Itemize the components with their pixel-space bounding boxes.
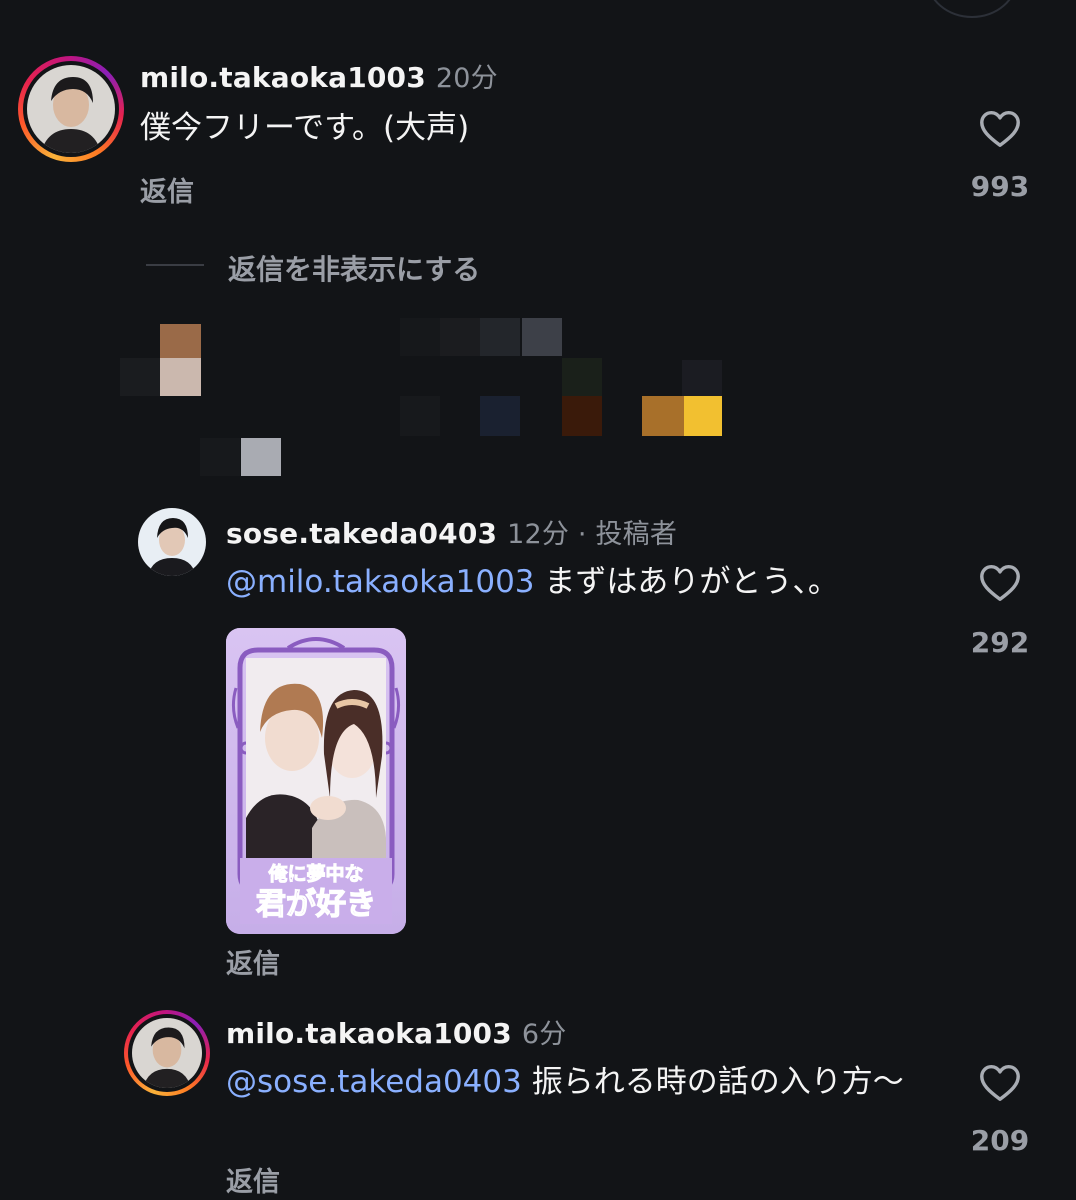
sticker-text-line1: 俺に夢中な [267,862,363,885]
like-button[interactable] [977,1060,1023,1110]
reply-time: 6分 [521,1019,567,1050]
sticker-text-line2: 君が好き [256,887,376,922]
reply-button[interactable]: 返信 [140,170,194,209]
reply-button[interactable]: 返信 [226,1160,280,1199]
attached-image[interactable]: 俺に夢中な 君が好き [226,628,406,934]
heart-icon [980,110,1020,148]
mention-link[interactable]: @sose.takeda0403 [226,1064,522,1100]
avatar[interactable] [18,56,124,162]
comment-username[interactable]: milo.takaoka1003 20分 [140,56,498,95]
reply-text: @milo.takaoka1003 まずはありがとう、。 [226,564,839,600]
top-circle-button[interactable] [926,0,1018,18]
heart-icon [980,1064,1020,1102]
like-count: 993 [970,170,1030,203]
reply-text: @sose.takeda0403 振られる時の話の入り方〜 [226,1064,904,1100]
avatar[interactable] [124,1010,210,1096]
like-count: 209 [970,1124,1030,1157]
hide-replies-button[interactable]: 返信を非表示にする [228,248,480,288]
avatar-photo [27,65,115,153]
reply-meta: 12分 · 投稿者 [507,519,678,550]
reply-username[interactable]: sose.takeda0403 12分 · 投稿者 [226,512,677,551]
photo-sticker: 俺に夢中な 君が好き [226,628,406,934]
like-button[interactable] [977,560,1023,610]
divider [146,264,204,266]
avatar-photo [132,1018,202,1088]
mention-link[interactable]: @milo.takaoka1003 [226,564,535,600]
like-button[interactable] [977,106,1023,156]
heart-icon [980,564,1020,602]
reply-button[interactable]: 返信 [226,942,280,981]
comment-text: 僕今フリーです。(大声) [140,110,470,146]
avatar-photo [138,508,206,576]
reply-username[interactable]: milo.takaoka1003 6分 [226,1012,566,1051]
comment-time: 20分 [435,63,498,94]
like-count: 292 [970,626,1030,659]
avatar[interactable] [138,508,206,576]
